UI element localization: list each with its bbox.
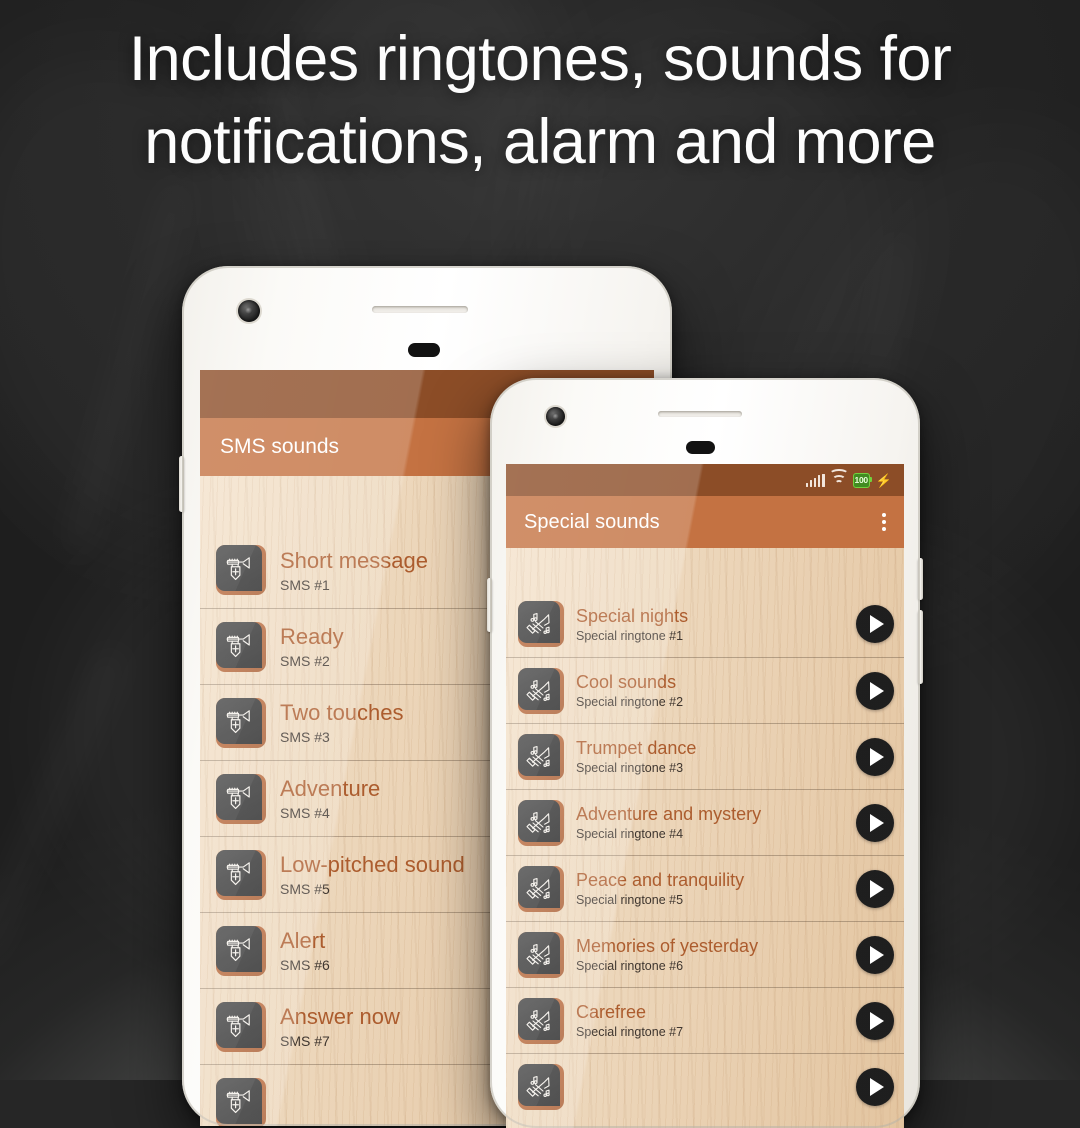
ringtone-item-title: Peace and tranquility	[576, 870, 745, 890]
phone-mockup-special-sounds: 100 ⚡ Special sounds Select ringtone fro…	[487, 378, 923, 1128]
power-button[interactable]	[487, 578, 492, 632]
ringtone-item-title: Carefree	[576, 1002, 647, 1022]
play-button[interactable]	[856, 1001, 894, 1040]
ringtone-item-text: Memories of yesterday Special ringtone #6	[576, 936, 856, 973]
trumpet-notes-icon	[518, 931, 564, 978]
ringtone-item-title: Trumpet dance	[576, 738, 697, 758]
ringtone-list-item[interactable]: Peace and tranquility Special ringtone #5	[506, 855, 904, 921]
app-bar-right: Special sounds	[506, 496, 904, 548]
ringtone-item-title: Adventure and mystery	[576, 804, 762, 824]
play-button[interactable]	[856, 803, 894, 842]
trumpet-notes-icon	[518, 997, 564, 1044]
phone-screen-right: 100 ⚡ Special sounds Select ringtone fro…	[506, 464, 904, 1128]
trumpet-notes-icon	[518, 1063, 564, 1110]
trumpet-notes-icon	[518, 733, 564, 780]
ringtone-item-subtitle: Special ringtone #7	[576, 1025, 684, 1039]
ringtone-item-text	[576, 1086, 856, 1088]
status-icons: 100 ⚡	[805, 468, 892, 488]
power-button[interactable]	[179, 456, 184, 512]
ringtone-item-subtitle: Special ringtone #4	[576, 827, 684, 841]
ringtone-list-item[interactable]	[506, 1053, 904, 1119]
ringtone-list-right: Special nights Special ringtone #1 Cool so…	[506, 591, 904, 1119]
ringtone-item-title: Cool sounds	[576, 672, 677, 692]
battery-icon: 100	[852, 472, 873, 488]
volume-up-button[interactable]	[918, 558, 923, 600]
ringtone-item-subtitle: Special ringtone #5	[576, 893, 684, 907]
status-bar-right: 100 ⚡	[506, 464, 904, 496]
charging-bolt-icon: ⚡	[875, 472, 892, 488]
bugle-banner-icon	[216, 925, 266, 976]
headline-line-2: notifications, alarm and more	[144, 107, 936, 178]
ringtone-list-item[interactable]: Cool sounds Special ringtone #2	[506, 657, 904, 723]
ringtone-item-title: Special nights	[576, 605, 689, 626]
ringtone-item-text: Trumpet dance Special ringtone #3	[576, 738, 856, 775]
ringtone-item-title: Memories of yesterday	[576, 936, 759, 956]
ringtone-item-subtitle: Special ringtone #3	[576, 761, 684, 775]
ringtone-list-item[interactable]: Adventure and mystery Special ringtone #4	[506, 789, 904, 855]
ringtone-list-item[interactable]: Trumpet dance Special ringtone #3	[506, 723, 904, 789]
play-button[interactable]	[856, 1067, 894, 1106]
play-button[interactable]	[856, 671, 894, 710]
trumpet-notes-icon	[518, 667, 564, 714]
ringtone-item-text: Special nights Special ringtone #1	[576, 606, 856, 643]
bugle-banner-icon	[216, 849, 266, 900]
bugle-banner-icon	[216, 621, 266, 672]
bugle-banner-icon	[216, 545, 266, 595]
bugle-banner-icon	[216, 1077, 266, 1126]
ringtone-item-text: Carefree Special ringtone #7	[576, 1002, 856, 1039]
ringtone-list-item[interactable]: Memories of yesterday Special ringtone #6	[506, 921, 904, 987]
signal-bars-icon	[805, 473, 825, 487]
bugle-banner-icon	[216, 773, 266, 824]
ringtone-list-item[interactable]: Special nights Special ringtone #1	[506, 591, 904, 657]
volume-down-button[interactable]	[918, 610, 923, 684]
app-title-right: Special sounds	[524, 510, 660, 533]
ringtone-list-item[interactable]: Carefree Special ringtone #7	[506, 987, 904, 1053]
headline-line-1: Includes ringtones, sounds for	[128, 24, 952, 94]
ringtone-item-text: Cool sounds Special ringtone #2	[576, 672, 856, 709]
proximity-sensor	[686, 441, 715, 454]
play-button[interactable]	[856, 935, 894, 974]
front-camera-icon	[546, 407, 565, 426]
play-button[interactable]	[856, 737, 894, 776]
ringtone-item-text: Peace and tranquility Special ringtone #5	[576, 870, 856, 907]
battery-level-label: 100	[854, 474, 869, 485]
bugle-banner-icon	[216, 1001, 266, 1052]
play-button[interactable]	[856, 869, 894, 908]
ringtone-item-subtitle: Special ringtone #6	[576, 959, 684, 973]
bugle-banner-icon	[216, 697, 266, 748]
trumpet-notes-icon	[518, 865, 564, 912]
earpiece-speaker	[658, 411, 742, 417]
front-camera-icon	[238, 300, 260, 322]
ringtone-item-text: Adventure and mystery Special ringtone #4	[576, 804, 856, 841]
trumpet-notes-icon	[518, 601, 564, 647]
earpiece-speaker	[372, 306, 468, 313]
overflow-menu-icon[interactable]	[882, 513, 886, 531]
ringtone-item-subtitle: Special ringtone #1	[576, 628, 684, 643]
trumpet-notes-icon	[518, 799, 564, 846]
ringtone-item-subtitle: Special ringtone #2	[576, 695, 684, 709]
wifi-icon	[828, 468, 849, 487]
proximity-sensor	[408, 343, 440, 357]
play-button[interactable]	[856, 605, 894, 643]
promo-headline: Includes ringtones, sounds for notificat…	[0, 18, 1080, 184]
